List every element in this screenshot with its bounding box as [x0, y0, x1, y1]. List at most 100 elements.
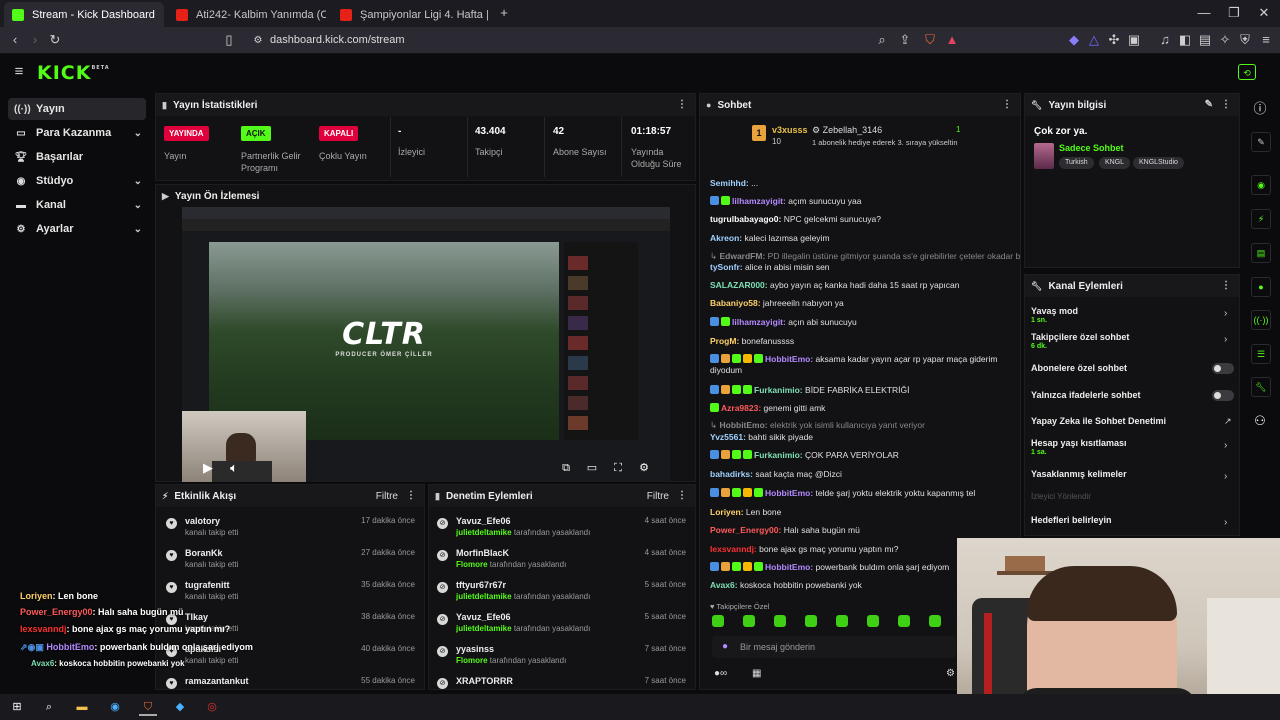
chat-username[interactable]: SALAZAR000:: [710, 280, 768, 290]
chat-username[interactable]: HobbitEmo:: [765, 354, 813, 364]
sidebar-item-para-kazanma[interactable]: ▭ Para Kazanma ⌄: [8, 122, 146, 144]
moderator-name[interactable]: julietdeltamike: [456, 592, 512, 601]
site-info-icon[interactable]: ⚙: [250, 33, 266, 49]
tab-youtube-2[interactable]: Şampiyonlar Ligi 4. Hafta | Ajax - Gala: [332, 2, 490, 27]
rail-camera-icon[interactable]: ◉: [1251, 175, 1271, 195]
picture-in-picture-icon[interactable]: ⧉: [558, 460, 574, 476]
chevron-right-icon[interactable]: ›: [1224, 308, 1227, 319]
activity-user[interactable]: tugrafenitt: [185, 580, 230, 590]
kick-emote-4-icon[interactable]: [805, 615, 817, 627]
chevron-right-icon[interactable]: ›: [1224, 440, 1227, 451]
more-options-icon[interactable]: ⋮: [1221, 99, 1231, 110]
maximize-icon[interactable]: ❐: [1226, 5, 1242, 21]
menu-icon[interactable]: ≡: [1258, 32, 1274, 48]
chat-username[interactable]: EdwardFM:: [719, 251, 765, 261]
rail-lightning-icon[interactable]: ⚡︎: [1251, 209, 1271, 229]
chat-username[interactable]: Babaniyo58:: [710, 298, 761, 308]
chat-username[interactable]: bahadirks:: [710, 469, 753, 479]
zoom-icon[interactable]: ⌕: [874, 32, 890, 48]
info-icon[interactable]: ⓘ: [1252, 101, 1268, 117]
mic-icon[interactable]: ●: [722, 641, 728, 652]
search-icon[interactable]: ⌕: [40, 698, 58, 716]
store-icon[interactable]: ▦: [752, 668, 761, 679]
channel-action-label[interactable]: Yapay Zeka ile Sohbet Denetimi: [1031, 416, 1166, 426]
leo-ai-icon[interactable]: ✧: [1217, 32, 1233, 48]
chat-username[interactable]: Power_Energy00:: [710, 525, 781, 535]
chat-username[interactable]: lexsvanndj:: [710, 544, 757, 554]
chat-username[interactable]: HobbitEmo:: [765, 562, 813, 572]
chat-username[interactable]: Azra9823:: [721, 403, 761, 413]
chat-username[interactable]: Furkanimio:: [754, 385, 803, 395]
more-options-icon[interactable]: ⋮: [677, 490, 687, 501]
chat-username[interactable]: tugrulbabayago0:: [710, 214, 781, 224]
moderator-name[interactable]: julietdeltamike: [456, 624, 512, 633]
chat-users-icon[interactable]: ●∞: [714, 668, 727, 679]
channel-action-label[interactable]: Abonelere özel sohbet: [1031, 363, 1127, 373]
kick-emote-6-icon[interactable]: [867, 615, 879, 627]
more-options-icon[interactable]: ⋮: [677, 99, 687, 110]
more-options-icon[interactable]: ⋮: [1221, 280, 1231, 291]
rail-wrench-icon[interactable]: 🔧︎: [1251, 377, 1271, 397]
chat-username[interactable]: tySonfr:: [710, 262, 743, 272]
edit-icon[interactable]: ✎: [1205, 99, 1213, 110]
window-close-icon[interactable]: ✕: [1256, 5, 1272, 21]
back-icon[interactable]: ‹: [7, 32, 23, 48]
rewards-icon[interactable]: ▲: [944, 32, 960, 48]
extensions-icon[interactable]: ✣: [1106, 32, 1122, 48]
chat-username[interactable]: ProgM:: [710, 336, 739, 346]
channel-action-label[interactable]: Yalnızca ifadelerle sohbet: [1031, 390, 1141, 400]
fullscreen-icon[interactable]: ⛶: [610, 460, 626, 476]
toggle-switch[interactable]: [1212, 363, 1234, 374]
app-1-icon[interactable]: ◉: [106, 698, 124, 716]
kick-emote-3-icon[interactable]: [774, 615, 786, 627]
url-field[interactable]: dashboard.kick.com/stream: [250, 32, 960, 49]
sidebar-item-basarilar[interactable]: 🏆︎ Başarılar: [8, 146, 146, 168]
channel-action-label[interactable]: Yavaş mod: [1031, 306, 1078, 316]
sidebar-item-studyo[interactable]: ◉ Stüdyo ⌄: [8, 170, 146, 192]
share-icon[interactable]: ⇪: [897, 32, 913, 48]
media-icon[interactable]: ♫: [1157, 32, 1173, 48]
chat-username[interactable]: Loriyen:: [710, 507, 744, 517]
toggle-switch[interactable]: [1212, 390, 1234, 401]
kick-emote-8-icon[interactable]: [929, 615, 941, 627]
bookmark-icon[interactable]: ▯: [221, 32, 237, 48]
kick-logo[interactable]: KICKBETA: [37, 62, 110, 84]
forward-icon[interactable]: ›: [27, 32, 43, 48]
chat-username[interactable]: Akreon:: [710, 233, 742, 243]
banned-user[interactable]: Yavuz_Efe06: [456, 516, 511, 526]
banned-user[interactable]: XRAPTORRR: [456, 676, 513, 686]
extension-2-icon[interactable]: △: [1086, 32, 1102, 48]
file-explorer-icon[interactable]: ▬: [73, 698, 91, 716]
chevron-right-icon[interactable]: ›: [1224, 471, 1227, 482]
moderator-name[interactable]: julietdeltamike: [456, 528, 512, 537]
rail-users-icon[interactable]: ⚇: [1252, 413, 1268, 429]
chat-username[interactable]: Furkanimio:: [754, 450, 803, 460]
chat-username[interactable]: lilhamzayigit:: [732, 317, 786, 327]
filter-button[interactable]: Filtre: [647, 491, 669, 502]
activity-user[interactable]: Tlkay: [185, 612, 208, 622]
rail-doc-icon[interactable]: ▤: [1251, 243, 1271, 263]
new-tab-button[interactable]: +: [496, 5, 512, 21]
sidebar-item-ayarlar[interactable]: ⚙ Ayarlar ⌄: [8, 218, 146, 240]
channel-action-label[interactable]: Yasaklanmış kelimeler: [1031, 469, 1127, 479]
hamburger-menu-icon[interactable]: ≡: [11, 64, 27, 80]
obs-icon[interactable]: ◎: [203, 698, 221, 716]
kick-emote-7-icon[interactable]: [898, 615, 910, 627]
tab-kick-dashboard[interactable]: Stream - Kick Dashboard ✕: [4, 2, 164, 27]
banned-user[interactable]: tftyur67r67r: [456, 580, 506, 590]
chat-settings-icon[interactable]: ⚙: [946, 668, 955, 679]
windows-start-icon[interactable]: ⊞: [8, 698, 26, 716]
tab-youtube-1[interactable]: Ati242- Kalbim Yanımda (Official Vide: [168, 2, 326, 27]
video-player[interactable]: CLTR PRODUCER ÖMER ÇİLLER ▶ 🔈︎ ⧉ ▭ ⛶ ⚙: [182, 207, 670, 482]
chat-input[interactable]: ● Bir mesaj gönderin: [712, 636, 956, 658]
tag-chip[interactable]: KNGLStudio: [1133, 157, 1184, 169]
activity-user[interactable]: ramazantankut: [185, 676, 249, 686]
banned-user[interactable]: Yavuz_Efe06: [456, 612, 511, 622]
chat-username[interactable]: HobbitEmo:: [765, 488, 813, 498]
activity-user[interactable]: valotory: [185, 516, 220, 526]
brave-browser-icon[interactable]: ⛉: [139, 698, 157, 716]
banned-user[interactable]: yyasinss: [456, 644, 494, 654]
channel-action-label[interactable]: Hesap yaşı kısıtlaması: [1031, 438, 1127, 448]
close-tab-icon[interactable]: ✕: [155, 8, 164, 21]
tag-chip[interactable]: Turkish: [1059, 157, 1094, 169]
